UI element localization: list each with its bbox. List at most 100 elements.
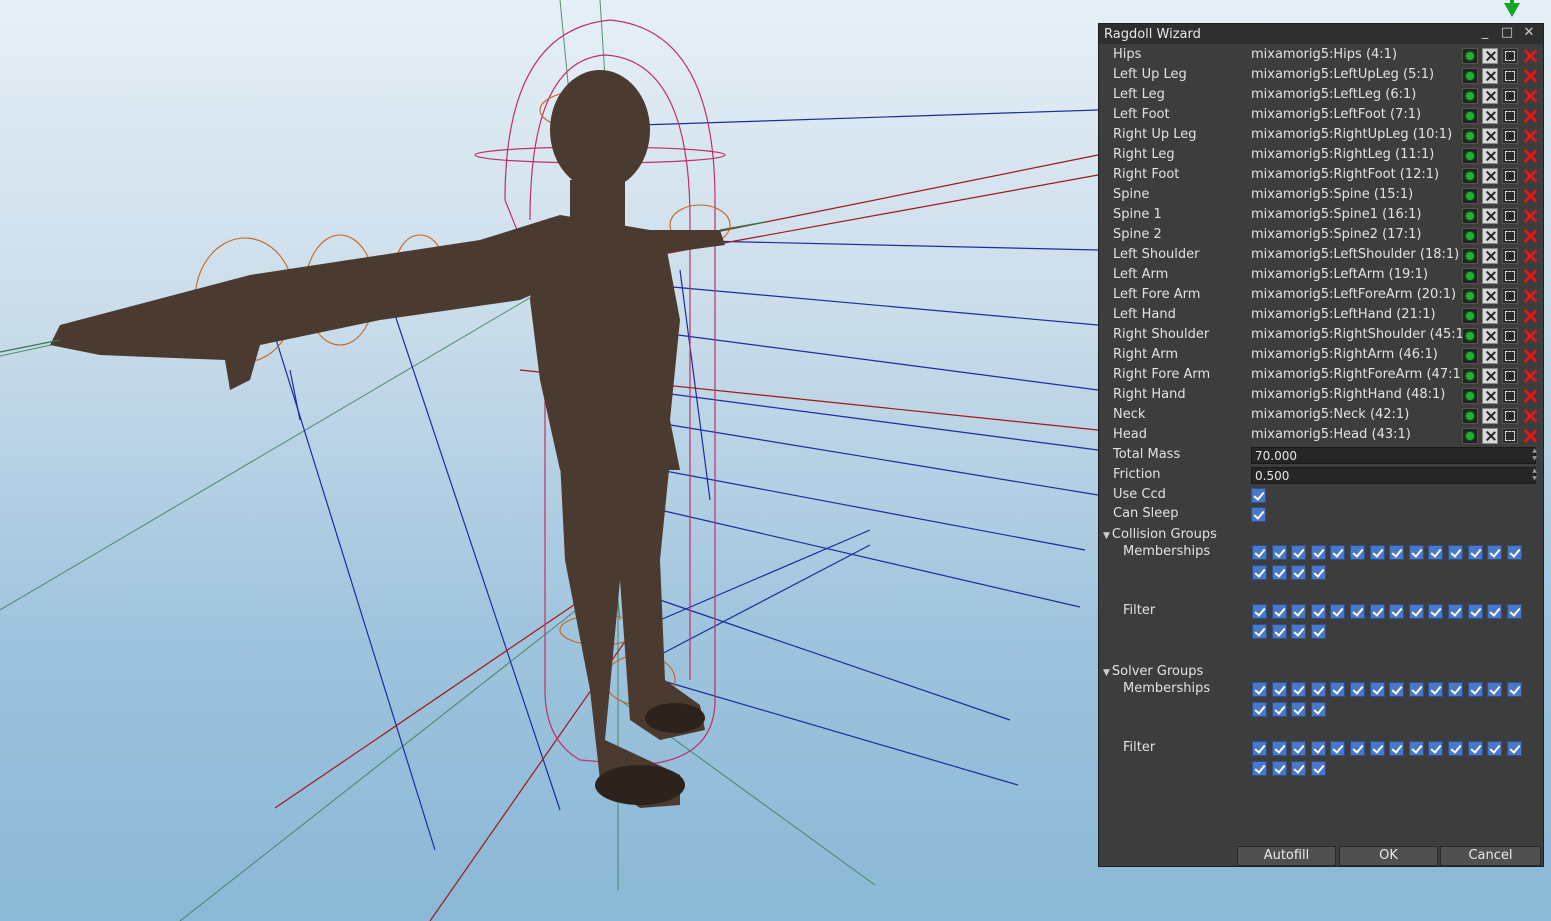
group-bit-checkbox[interactable] [1271, 701, 1287, 717]
bone-node-value[interactable]: mixamorig5:RightLeg (11:1) [1251, 147, 1434, 162]
minimize-icon[interactable]: _ [1477, 25, 1493, 41]
group-bit-checkbox[interactable] [1389, 545, 1405, 560]
group-bit-checkbox[interactable] [1428, 604, 1444, 619]
clear-node-icon[interactable] [1482, 188, 1498, 204]
group-bit-checkbox[interactable] [1271, 604, 1287, 619]
select-node-icon[interactable] [1502, 288, 1518, 304]
bone-node-value[interactable]: mixamorig5:Head (43:1) [1251, 427, 1411, 442]
close-icon[interactable]: ✕ [1521, 25, 1537, 41]
delete-icon[interactable] [1522, 348, 1538, 364]
group-bit-checkbox[interactable] [1487, 741, 1503, 756]
group-bit-checkbox[interactable] [1252, 623, 1267, 639]
maximize-icon[interactable]: □ [1499, 25, 1515, 41]
group-bit-checkbox[interactable] [1369, 604, 1385, 619]
bone-node-value[interactable]: mixamorig5:RightFoot (12:1) [1251, 167, 1439, 182]
group-bit-checkbox[interactable] [1330, 741, 1346, 756]
select-node-icon[interactable] [1502, 228, 1518, 244]
group-bit-checkbox[interactable] [1389, 741, 1405, 756]
group-bit-checkbox[interactable] [1408, 682, 1424, 697]
clear-node-icon[interactable] [1482, 408, 1498, 424]
delete-icon[interactable] [1522, 48, 1538, 64]
group-bit-checkbox[interactable] [1506, 604, 1522, 619]
clear-node-icon[interactable] [1482, 368, 1498, 384]
clear-node-icon[interactable] [1482, 388, 1498, 404]
delete-icon[interactable] [1522, 248, 1538, 264]
bone-node-value[interactable]: mixamorig5:LeftShoulder (18:1) [1251, 247, 1459, 262]
pick-node-icon[interactable] [1462, 348, 1478, 364]
title-bar[interactable]: Ragdoll Wizard _ □ ✕ [1099, 24, 1543, 44]
select-node-icon[interactable] [1502, 368, 1518, 384]
clear-node-icon[interactable] [1482, 148, 1498, 164]
bone-node-value[interactable]: mixamorig5:LeftLeg (6:1) [1251, 87, 1416, 102]
group-bit-checkbox[interactable] [1369, 682, 1385, 697]
delete-icon[interactable] [1522, 188, 1538, 204]
select-node-icon[interactable] [1502, 248, 1518, 264]
delete-icon[interactable] [1522, 288, 1538, 304]
group-bit-checkbox[interactable] [1350, 741, 1365, 756]
group-bit-checkbox[interactable] [1350, 604, 1365, 619]
group-bit-checkbox[interactable] [1330, 545, 1346, 560]
autofill-button[interactable]: Autofill [1237, 846, 1336, 866]
pick-node-icon[interactable] [1462, 208, 1478, 224]
delete-icon[interactable] [1522, 308, 1538, 324]
select-node-icon[interactable] [1502, 168, 1518, 184]
group-bit-checkbox[interactable] [1310, 604, 1326, 619]
select-node-icon[interactable] [1502, 68, 1518, 84]
delete-icon[interactable] [1522, 208, 1538, 224]
group-bit-checkbox[interactable] [1408, 545, 1424, 560]
collision-groups-header[interactable]: ▼ Collision Groups [1103, 527, 1217, 542]
pick-node-icon[interactable] [1462, 108, 1478, 124]
select-node-icon[interactable] [1502, 88, 1518, 104]
pick-node-icon[interactable] [1462, 328, 1478, 344]
clear-node-icon[interactable] [1482, 208, 1498, 224]
group-bit-checkbox[interactable] [1428, 682, 1444, 697]
delete-icon[interactable] [1522, 168, 1538, 184]
group-bit-checkbox[interactable] [1389, 604, 1405, 619]
group-bit-checkbox[interactable] [1271, 545, 1287, 560]
select-node-icon[interactable] [1502, 148, 1518, 164]
clear-node-icon[interactable] [1482, 268, 1498, 284]
group-bit-checkbox[interactable] [1271, 623, 1287, 639]
delete-icon[interactable] [1522, 428, 1538, 444]
group-bit-checkbox[interactable] [1487, 545, 1503, 560]
group-bit-checkbox[interactable] [1310, 682, 1326, 697]
total-mass-spinner[interactable]: ▲ ▼ [1530, 447, 1539, 464]
delete-icon[interactable] [1522, 68, 1538, 84]
use-ccd-checkbox[interactable] [1251, 488, 1266, 503]
bone-node-value[interactable]: mixamorig5:LeftHand (21:1) [1251, 307, 1436, 322]
can-sleep-checkbox[interactable] [1251, 507, 1266, 522]
delete-icon[interactable] [1522, 128, 1538, 144]
group-bit-checkbox[interactable] [1428, 741, 1444, 756]
pick-node-icon[interactable] [1462, 128, 1478, 144]
select-node-icon[interactable] [1502, 408, 1518, 424]
pick-node-icon[interactable] [1462, 268, 1478, 284]
clear-node-icon[interactable] [1482, 128, 1498, 144]
bone-node-value[interactable]: mixamorig5:LeftArm (19:1) [1251, 267, 1428, 282]
clear-node-icon[interactable] [1482, 308, 1498, 324]
bone-node-value[interactable]: mixamorig5:LeftForeArm (20:1) [1251, 287, 1456, 302]
group-bit-checkbox[interactable] [1448, 741, 1463, 756]
clear-node-icon[interactable] [1482, 288, 1498, 304]
delete-icon[interactable] [1522, 108, 1538, 124]
group-bit-checkbox[interactable] [1252, 701, 1267, 717]
pick-node-icon[interactable] [1462, 88, 1478, 104]
bone-node-value[interactable]: mixamorig5:Spine1 (16:1) [1251, 207, 1422, 222]
bone-node-value[interactable]: mixamorig5:Neck (42:1) [1251, 407, 1409, 422]
group-bit-checkbox[interactable] [1448, 604, 1463, 619]
clear-node-icon[interactable] [1482, 168, 1498, 184]
select-node-icon[interactable] [1502, 328, 1518, 344]
group-bit-checkbox[interactable] [1271, 564, 1287, 580]
bone-node-value[interactable]: mixamorig5:LeftUpLeg (5:1) [1251, 67, 1434, 82]
group-bit-checkbox[interactable] [1310, 564, 1326, 580]
bone-node-value[interactable]: mixamorig5:RightUpLeg (10:1) [1251, 127, 1452, 142]
bone-node-value[interactable]: mixamorig5:Spine (15:1) [1251, 187, 1413, 202]
collapse-triangle-icon[interactable]: ▼ [1103, 668, 1110, 678]
group-bit-checkbox[interactable] [1467, 545, 1483, 560]
total-mass-input[interactable]: 70.000 [1251, 447, 1536, 464]
group-bit-checkbox[interactable] [1448, 545, 1463, 560]
select-node-icon[interactable] [1502, 188, 1518, 204]
group-bit-checkbox[interactable] [1291, 701, 1307, 717]
group-bit-checkbox[interactable] [1252, 760, 1267, 776]
pick-node-icon[interactable] [1462, 428, 1478, 444]
group-bit-checkbox[interactable] [1448, 682, 1463, 697]
